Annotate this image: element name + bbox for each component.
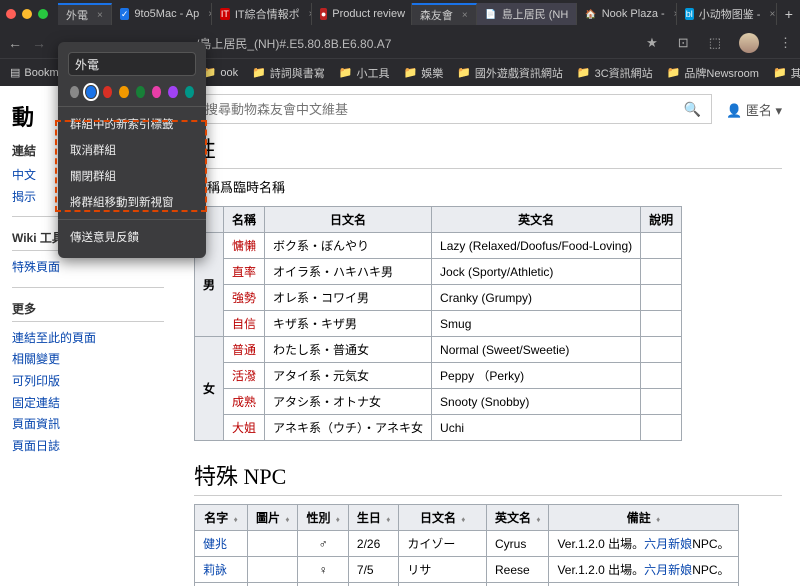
- color-option[interactable]: [168, 86, 177, 98]
- color-option[interactable]: [70, 86, 79, 98]
- folder-icon: 📁: [667, 66, 681, 79]
- favicon: 🏠: [585, 8, 597, 20]
- window-controls: [6, 9, 48, 19]
- bookmark-item[interactable]: 📁 3C資訊網站: [577, 65, 653, 81]
- color-option[interactable]: [119, 86, 128, 98]
- profile-avatar[interactable]: [739, 33, 759, 53]
- group-name-input[interactable]: [68, 52, 196, 76]
- bookmark-item[interactable]: 📁 ook: [203, 65, 238, 81]
- color-option[interactable]: [86, 86, 95, 98]
- close-tab-icon[interactable]: ×: [97, 10, 103, 21]
- bookmark-item[interactable]: 📁 娛樂: [404, 65, 444, 81]
- minimize-window[interactable]: [22, 9, 32, 19]
- context-menu-item[interactable]: 將群組移動到新視窗: [68, 189, 196, 215]
- context-menu-item[interactable]: 傳送意見反饋: [68, 224, 196, 250]
- browser-tab[interactable]: 森友會×: [412, 3, 477, 25]
- favicon: 📄: [485, 8, 497, 20]
- bookmarks-label[interactable]: ▤ Bookm: [10, 66, 59, 79]
- folder-icon: 📁: [252, 66, 266, 79]
- bookmark-item[interactable]: 📁 詩詞與書寫: [252, 65, 325, 81]
- reader-icon[interactable]: ⊡: [678, 35, 689, 51]
- close-tab-icon[interactable]: ×: [769, 9, 775, 20]
- sidebar-link[interactable]: 頁面資訊: [12, 414, 164, 436]
- folder-icon: 📁: [339, 66, 353, 79]
- sidebar-link[interactable]: 特殊頁面: [12, 257, 164, 279]
- sidebar-heading-more: 更多: [12, 300, 164, 322]
- npc-table: 名字 ♦圖片 ♦性別 ♦生日 ♦日文名 ♦英文名 ♦備註 ♦健兆♂2/26カイゾ…: [194, 504, 739, 586]
- sidebar-link[interactable]: 可列印版: [12, 371, 164, 393]
- bookmark-star-icon[interactable]: ★: [646, 35, 658, 51]
- folder-icon: 📁: [577, 66, 591, 79]
- color-option[interactable]: [136, 86, 145, 98]
- browser-tab[interactable]: 外電×: [58, 3, 112, 25]
- color-option[interactable]: [103, 86, 112, 98]
- browser-tab[interactable]: ITIT綜合情報ポ×: [212, 3, 312, 25]
- browser-tab[interactable]: 📄島上居民 (NH×: [477, 3, 577, 25]
- sidebar-link[interactable]: 相關變更: [12, 349, 164, 371]
- section-note: 名稱爲臨時名稱: [194, 177, 782, 196]
- folder-icon: 📁: [404, 66, 418, 79]
- browser-tabbar: 外電×✓9to5Mac - Ap×ITIT綜合情報ポ×●Product revi…: [0, 0, 800, 28]
- bookmark-item[interactable]: 📁 小工具: [339, 65, 390, 81]
- browser-tab[interactable]: ✓9to5Mac - Ap×: [112, 3, 212, 25]
- sidebar-link[interactable]: 固定連結: [12, 393, 164, 415]
- personality-table: 名稱日文名英文名說明男慵懶ボク系・ぼんやりLazy (Relaxed/Doofu…: [194, 206, 682, 441]
- browser-tab[interactable]: 🏠Nook Plaza -×: [577, 3, 677, 25]
- extensions-icon[interactable]: ⬚: [709, 35, 721, 51]
- context-menu-item[interactable]: 取消群組: [68, 137, 196, 163]
- browser-tab[interactable]: bl小动物图鉴 -×: [677, 3, 777, 25]
- menu-icon[interactable]: ⋮: [779, 35, 792, 51]
- favicon: IT: [220, 8, 230, 20]
- anon-user[interactable]: 👤 匿名 ▾: [726, 100, 782, 119]
- color-option[interactable]: [152, 86, 161, 98]
- wiki-content: 🔍 👤 匿名 ▾ 性 名稱爲臨時名稱 名稱日文名英文名說明男慵懶ボク系・ぼんやり…: [176, 86, 800, 586]
- bookmark-item[interactable]: 📁 國外遊戲資訊網站: [457, 65, 563, 81]
- favicon: ✓: [120, 8, 130, 20]
- forward-button[interactable]: →: [32, 35, 46, 51]
- favicon: bl: [685, 8, 694, 20]
- section-heading-personality: 性: [194, 132, 782, 169]
- sidebar-link[interactable]: 連結至此的頁面: [12, 328, 164, 350]
- wiki-search[interactable]: 🔍: [194, 94, 712, 124]
- folder-icon: 📁: [457, 66, 471, 79]
- browser-tab[interactable]: ●Product review×: [312, 3, 412, 25]
- group-color-picker: [68, 86, 196, 98]
- search-input[interactable]: [205, 102, 684, 117]
- close-window[interactable]: [6, 9, 16, 19]
- maximize-window[interactable]: [38, 9, 48, 19]
- close-tab-icon[interactable]: ×: [462, 10, 468, 21]
- search-icon[interactable]: 🔍: [684, 101, 701, 118]
- sidebar-link[interactable]: 頁面日誌: [12, 436, 164, 458]
- color-option[interactable]: [185, 86, 194, 98]
- bookmark-item[interactable]: 📁 品牌Newsroom: [667, 65, 759, 81]
- context-menu-item[interactable]: 群組中的新索引標籤: [68, 111, 196, 137]
- context-menu-item[interactable]: 關閉群組: [68, 163, 196, 189]
- tab-group-context-menu: 群組中的新索引標籤取消群組關閉群組將群組移動到新視窗傳送意見反饋: [58, 42, 206, 258]
- other-bookmarks[interactable]: 📁 其他 [我的最愛]: [773, 65, 800, 81]
- section-heading-npc: 特殊 NPC: [194, 459, 782, 496]
- favicon: ●: [320, 8, 327, 20]
- new-tab-button[interactable]: +: [777, 6, 800, 22]
- back-button[interactable]: ←: [8, 35, 22, 51]
